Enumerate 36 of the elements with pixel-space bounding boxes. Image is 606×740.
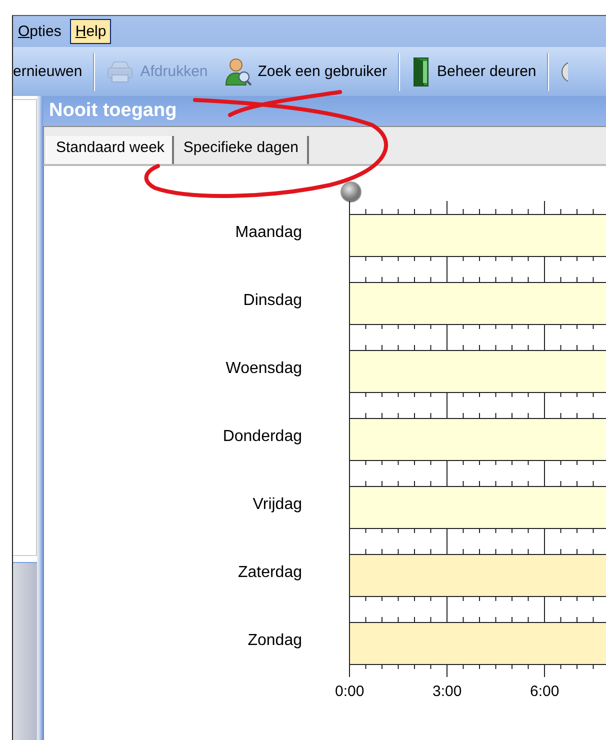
day-bar[interactable] <box>349 622 606 665</box>
toolbar-icon[interactable] <box>560 60 568 84</box>
day-bar[interactable] <box>349 282 606 325</box>
toolbar-button[interactable]: Beheer deuren <box>403 52 544 92</box>
day-label: Dinsdag <box>242 292 303 310</box>
day-label: Zondag <box>246 632 303 650</box>
day-bar[interactable] <box>349 486 606 529</box>
hour-label: 3:00 <box>432 683 462 700</box>
day-label: Vrijdag <box>252 496 303 514</box>
printer-icon <box>106 58 134 84</box>
day-timeline[interactable] <box>349 269 606 337</box>
day-timeline[interactable] <box>349 541 606 609</box>
day-label: Zaterdag <box>236 564 303 582</box>
hour-label: 6:00 <box>530 683 560 700</box>
tab[interactable]: Standaard week <box>46 136 174 164</box>
day-label: Maandag <box>234 224 303 242</box>
door-icon <box>411 56 432 86</box>
day-timeline[interactable] <box>349 337 606 405</box>
day-timeline[interactable] <box>349 609 606 677</box>
day-bar[interactable] <box>349 418 606 461</box>
toolbar-button[interactable]: Zoek een gebruiker <box>216 52 396 92</box>
menu-item[interactable]: Help <box>70 19 112 44</box>
user-icon <box>224 56 252 86</box>
day-timeline[interactable] <box>349 405 606 473</box>
moon-icon <box>340 181 362 203</box>
toolbar-button[interactable]: ernieuwen <box>13 52 90 92</box>
day-bar[interactable] <box>349 554 606 597</box>
hour-label: 0:00 <box>335 683 364 700</box>
day-label: Woensdag <box>224 360 303 378</box>
day-bar[interactable] <box>349 214 606 257</box>
day-bar[interactable] <box>349 350 606 393</box>
menu-item[interactable]: Opties <box>13 19 66 44</box>
day-label: Donderdag <box>222 428 303 446</box>
panel-title: Nooit toegang <box>43 96 606 126</box>
day-timeline[interactable] <box>349 473 606 541</box>
day-timeline[interactable] <box>349 201 606 269</box>
